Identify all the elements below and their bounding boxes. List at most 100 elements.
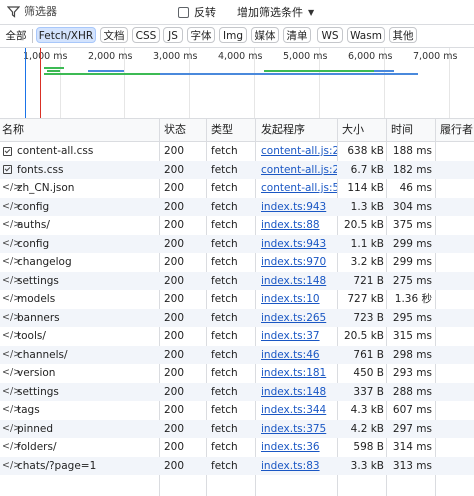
initiator-link[interactable]: content-all.js:21... xyxy=(261,142,337,161)
initiator-link[interactable]: index.ts:83 xyxy=(261,457,337,476)
initiator-link[interactable]: index.ts:375 xyxy=(261,420,337,439)
initiator-link[interactable]: index.ts:970 xyxy=(261,253,337,272)
table-row[interactable]: </> version 200 fetch index.ts:181 450 B 293 m… xyxy=(0,364,474,383)
initiator-link[interactable]: index.ts:46 xyxy=(261,346,337,365)
request-name[interactable]: chats/?page=1 xyxy=(17,457,96,476)
request-name-cell[interactable]: </> chats/?page=1 xyxy=(2,457,158,476)
column-header-waterfall[interactable]: 履行者 xyxy=(440,119,473,141)
request-name[interactable]: folders/ xyxy=(17,438,57,457)
column-header-name[interactable]: 名称 xyxy=(2,119,24,141)
table-row[interactable]: content-all.css 200 fetch content-all.js:21… xyxy=(0,142,474,161)
type-filter-img[interactable]: Img xyxy=(219,27,247,43)
table-row[interactable]: </> models 200 fetch index.ts:10 727 kB 1.36 秒 xyxy=(0,290,474,309)
column-header-type[interactable]: 类型 xyxy=(211,119,233,141)
initiator-link[interactable]: index.ts:148 xyxy=(261,383,337,402)
table-row[interactable]: </> banners 200 fetch index.ts:265 723 B 295 m… xyxy=(0,308,474,328)
type-filter-ws[interactable]: WS xyxy=(317,27,343,43)
type-filter-other[interactable]: 其他 xyxy=(389,27,417,43)
xhr-request-icon: </> xyxy=(2,237,22,249)
request-name[interactable]: pinned xyxy=(17,420,53,439)
initiator-link[interactable]: content-all.js:21... xyxy=(261,161,337,180)
column-header-initiator[interactable]: 发起程序 xyxy=(261,119,305,141)
table-row[interactable]: </> settings 200 fetch index.ts:148 337 B 288 … xyxy=(0,382,474,402)
request-name-cell[interactable]: </> models xyxy=(2,290,158,309)
request-name[interactable]: changelog xyxy=(17,253,72,272)
type-filter-fetch-xhr[interactable]: Fetch/XHR xyxy=(36,27,96,43)
request-name-cell[interactable]: </> folders/ xyxy=(2,438,158,457)
table-row[interactable]: </> chats/?page=1 200 fetch index.ts:83 3.3 k… xyxy=(0,456,474,476)
request-name-cell[interactable]: </> auths/ xyxy=(2,216,158,235)
request-name[interactable]: settings xyxy=(17,383,59,402)
invert-checkbox[interactable] xyxy=(178,6,189,18)
table-row[interactable]: </> settings 200 fetch index.ts:148 721 B 275 … xyxy=(0,271,474,291)
column-header-time[interactable]: 时间 xyxy=(391,119,413,141)
table-row[interactable]: </> auths/200 fetch index.ts:88 20.5 kB 375 m… xyxy=(0,216,474,235)
request-name[interactable]: auths/ xyxy=(17,216,50,235)
request-name-cell[interactable]: </> version xyxy=(2,364,158,383)
request-name[interactable]: config xyxy=(17,235,49,254)
column-header-status[interactable]: 状态 xyxy=(164,119,186,141)
type-filter-js[interactable]: JS xyxy=(163,27,183,43)
request-type: fetch xyxy=(211,311,238,324)
table-row[interactable]: </> pinned 200 fetch index.ts:375 4.2 kB 297 m… xyxy=(0,419,474,439)
type-filter-wasm[interactable]: Wasm xyxy=(347,27,385,43)
request-name[interactable]: zh_CN.json xyxy=(17,179,74,198)
type-filter-media[interactable]: 媒体 xyxy=(251,27,279,43)
type-filter-manifest[interactable]: 清单 xyxy=(283,27,311,43)
column-header-size[interactable]: 大小 xyxy=(342,119,364,141)
initiator-link[interactable]: index.ts:37 xyxy=(261,327,337,346)
initiator-link[interactable]: index.ts:36 xyxy=(261,438,337,457)
request-name-cell[interactable]: </> channels/ xyxy=(2,346,158,365)
table-row[interactable]: </> config 200 fetch index.ts:943 1.3 kB 304 m… xyxy=(0,197,474,217)
initiator-link[interactable]: index.ts:344 xyxy=(261,401,337,420)
request-name-cell[interactable]: </> pinned xyxy=(2,420,158,439)
request-name-cell[interactable]: </> banners xyxy=(2,309,158,328)
request-name[interactable]: tags xyxy=(17,401,40,420)
request-name[interactable]: version xyxy=(17,364,55,383)
request-name-cell[interactable]: fonts.css xyxy=(2,161,158,180)
initiator-link[interactable]: index.ts:181 xyxy=(261,364,337,383)
network-overview[interactable]: 1,000 ms 2,000 ms 3,000 ms 4,000 ms 5,00… xyxy=(0,48,474,119)
initiator-link[interactable]: index.ts:10 xyxy=(261,290,337,309)
request-name-cell[interactable]: </> tools/ xyxy=(2,327,158,346)
initiator-link[interactable]: index.ts:265 xyxy=(261,309,337,328)
request-name-cell[interactable]: </> tags xyxy=(2,401,158,420)
type-filter-all[interactable]: 全部 xyxy=(2,27,30,43)
request-name-cell[interactable]: </> config xyxy=(2,198,158,217)
initiator-link[interactable]: content-all.js:55... xyxy=(261,179,337,198)
type-filter-doc[interactable]: 文档 xyxy=(100,27,128,43)
initiator-link[interactable]: index.ts:943 xyxy=(261,198,337,217)
request-name-cell[interactable]: </> zh_CN.json xyxy=(2,179,158,198)
filter-input[interactable] xyxy=(24,3,164,20)
xhr-request-icon: </> xyxy=(2,274,22,286)
table-row[interactable]: </> changelog 200 fetch index.ts:970 3.2 kB 29… xyxy=(0,253,474,272)
request-name[interactable]: fonts.css xyxy=(17,161,63,180)
table-row[interactable]: fonts.css 200 fetch content-all.js:21... 6.7… xyxy=(0,160,474,180)
request-name-cell[interactable]: </> config xyxy=(2,235,158,254)
request-name[interactable]: content-all.css xyxy=(17,142,93,161)
table-row[interactable]: </> tools/200 fetch index.ts:37 20.5 kB 315 m… xyxy=(0,327,474,346)
initiator-link[interactable]: index.ts:148 xyxy=(261,272,337,291)
request-name[interactable]: banners xyxy=(17,309,60,328)
table-row[interactable]: </> tags 200 fetch index.ts:344 4.3 kB 607 ms xyxy=(0,401,474,420)
more-filters-dropdown[interactable]: 增加筛选条件 ▼ xyxy=(237,4,314,20)
table-row[interactable]: </> folders/200 fetch index.ts:36 598 B 314 m… xyxy=(0,438,474,457)
request-bar xyxy=(44,67,64,69)
request-name-cell[interactable]: content-all.css xyxy=(2,142,158,161)
table-row[interactable]: </>zh_CN.json 200 fetch content-all.js:55..… xyxy=(0,179,474,198)
request-name-cell[interactable]: </> settings xyxy=(2,272,158,291)
request-name[interactable]: channels/ xyxy=(17,346,68,365)
type-filter-font[interactable]: 字体 xyxy=(187,27,215,43)
initiator-link[interactable]: index.ts:943 xyxy=(261,235,337,254)
request-name[interactable]: tools/ xyxy=(17,327,46,346)
table-row[interactable]: </> channels/200 fetch index.ts:46 761 B 298 … xyxy=(0,345,474,365)
request-name[interactable]: config xyxy=(17,198,49,217)
request-name[interactable]: settings xyxy=(17,272,59,291)
type-filter-css[interactable]: CSS xyxy=(132,27,160,43)
request-name[interactable]: models xyxy=(17,290,55,309)
initiator-link[interactable]: index.ts:88 xyxy=(261,216,337,235)
table-row[interactable]: </> config 200 fetch index.ts:943 1.1 kB 299 m… xyxy=(0,234,474,254)
request-name-cell[interactable]: </> changelog xyxy=(2,253,158,272)
request-name-cell[interactable]: </> settings xyxy=(2,383,158,402)
invert-toggle[interactable]: 反转 xyxy=(178,4,216,20)
